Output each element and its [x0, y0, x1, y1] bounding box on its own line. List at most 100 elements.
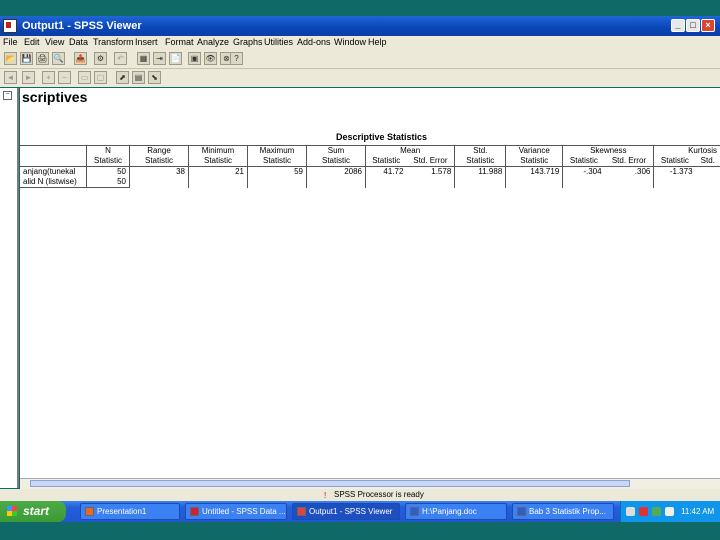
word-icon [517, 507, 526, 517]
horizontal-scrollbar[interactable] [20, 478, 720, 489]
output-heading: scriptives [22, 89, 88, 105]
save-icon[interactable]: 💾 [20, 52, 33, 65]
insert-title-icon[interactable]: ▤ [132, 71, 145, 84]
cell-n: 50 [86, 177, 130, 188]
menu-view[interactable]: View [45, 37, 64, 47]
demote-icon[interactable]: ► [22, 71, 35, 84]
print-preview-icon[interactable]: 🔍 [52, 52, 65, 65]
cell-std: 11.988 [454, 166, 506, 177]
taskbar-item-spss-viewer[interactable]: Output1 - SPSS Viewer [292, 503, 400, 520]
menu-data[interactable]: Data [69, 37, 88, 47]
show-icon[interactable]: ▢ [94, 71, 107, 84]
taskbar-item-word-doc[interactable]: H:\Panjang.doc [405, 503, 507, 520]
taskbar-item-bab3[interactable]: Bab 3 Statistik Prop... [512, 503, 614, 520]
variables-icon[interactable]: ⇥ [153, 52, 166, 65]
menu-bar: File Edit View Data Transform Insert For… [0, 36, 720, 50]
cell-minimum: 21 [188, 166, 248, 177]
collapse-icon[interactable]: − [58, 71, 71, 84]
table-header-row: N Range Minimum Maximum Sum Mean Std. Va… [20, 145, 720, 156]
header-skewness: Skewness [562, 145, 654, 156]
export-icon[interactable]: 📤 [74, 52, 87, 65]
subheader-cell: Statistic [247, 156, 307, 167]
header-variance: Variance [505, 145, 563, 156]
menu-add-ons[interactable]: Add-ons [297, 37, 331, 47]
menu-edit[interactable]: Edit [24, 37, 40, 47]
window-title-bar[interactable]: Output1 - SPSS Viewer _ □ × [0, 16, 720, 36]
header-minimum: Minimum [188, 145, 248, 156]
menu-window[interactable]: Window [334, 37, 366, 47]
goto-case-icon[interactable]: ▦ [137, 52, 150, 65]
task-label: Presentation1 [97, 507, 147, 516]
corner-cell [20, 156, 87, 167]
maximize-button[interactable]: □ [686, 19, 700, 32]
subheader-cell: Std. Error [604, 156, 654, 167]
show-all-icon[interactable]: 👁 [204, 52, 217, 65]
row-label: anjang(tunekal [20, 166, 87, 177]
promote-icon[interactable]: ◄ [4, 71, 17, 84]
subheader-cell: Statistic [86, 156, 130, 167]
hide-icon[interactable]: ▭ [78, 71, 91, 84]
undo-icon[interactable]: ↶ [114, 52, 127, 65]
menu-file[interactable]: File [3, 37, 18, 47]
volume-icon[interactable] [665, 507, 674, 516]
select-cases-icon[interactable]: ▣ [188, 52, 201, 65]
spss-data-icon [190, 507, 199, 517]
collapse-node-icon[interactable]: − [3, 91, 12, 100]
cell-mean: 41.72 [365, 166, 407, 177]
empty-cell [188, 177, 248, 188]
menu-transform[interactable]: Transform [93, 37, 134, 47]
insert-heading-icon[interactable]: ⬈ [116, 71, 129, 84]
processor-status-icon: ! [324, 491, 327, 500]
taskbar-item-spss-data[interactable]: Untitled - SPSS Data ... [185, 503, 287, 520]
print-icon[interactable]: 🖨 [36, 52, 49, 65]
subheader-cell: Statistic [306, 156, 366, 167]
dialog-recall-icon[interactable]: ⚙ [94, 52, 107, 65]
menu-format[interactable]: Format [165, 37, 194, 47]
cell-skewness: -.304 [562, 166, 605, 177]
corner-cell [20, 145, 87, 156]
cell-maximum: 59 [247, 166, 307, 177]
word-icon [410, 507, 419, 517]
help-icon[interactable]: ? [230, 52, 243, 65]
status-text: SPSS Processor is ready [334, 490, 424, 499]
menu-insert[interactable]: Insert [135, 37, 158, 47]
menu-help[interactable]: Help [368, 37, 387, 47]
open-icon[interactable]: 📂 [4, 52, 17, 65]
system-tray: 11:42 AM [620, 501, 720, 522]
clock[interactable]: 11:42 AM [681, 507, 714, 516]
menu-analyze[interactable]: Analyze [197, 37, 229, 47]
network-icon[interactable] [626, 507, 635, 516]
taskbar-item-presentation[interactable]: Presentation1 [80, 503, 180, 520]
window-title: Output1 - SPSS Viewer [22, 20, 142, 32]
powerpoint-icon [85, 507, 94, 517]
empty-cell [562, 177, 605, 188]
minimize-button[interactable]: _ [671, 19, 685, 32]
windows-logo-icon [7, 506, 17, 516]
close-button[interactable]: × [701, 19, 715, 32]
antivirus-icon[interactable] [652, 507, 661, 516]
header-maximum: Maximum [247, 145, 307, 156]
subheader-cell: Statistic [129, 156, 189, 167]
empty-cell [605, 177, 654, 188]
outline-pane[interactable]: − [0, 88, 19, 488]
menu-utilities[interactable]: Utilities [264, 37, 293, 47]
security-alert-icon[interactable] [639, 507, 648, 516]
expand-icon[interactable]: + [42, 71, 55, 84]
header-n: N [86, 145, 130, 156]
subheader-cell: Statistic [653, 156, 696, 167]
spss-app-icon[interactable] [3, 19, 17, 33]
spss-viewer-icon [297, 507, 306, 517]
start-button[interactable]: start [0, 501, 66, 522]
find-icon[interactable]: 📄 [169, 52, 182, 65]
descriptive-statistics-table[interactable]: N Range Minimum Maximum Sum Mean Std. Va… [20, 145, 720, 188]
empty-cell [129, 177, 189, 188]
scrollbar-thumb[interactable] [30, 480, 630, 487]
menu-graphs[interactable]: Graphs [233, 37, 263, 47]
cell-kurtosis-se [696, 167, 720, 178]
insert-text-icon[interactable]: ⬊ [148, 71, 161, 84]
header-sum: Sum [306, 145, 366, 156]
output-content-pane[interactable]: scriptives Descriptive Statistics N Rang… [20, 88, 720, 488]
empty-cell [505, 177, 563, 188]
empty-cell [454, 177, 506, 188]
subheader-cell: Statistic [505, 156, 563, 167]
